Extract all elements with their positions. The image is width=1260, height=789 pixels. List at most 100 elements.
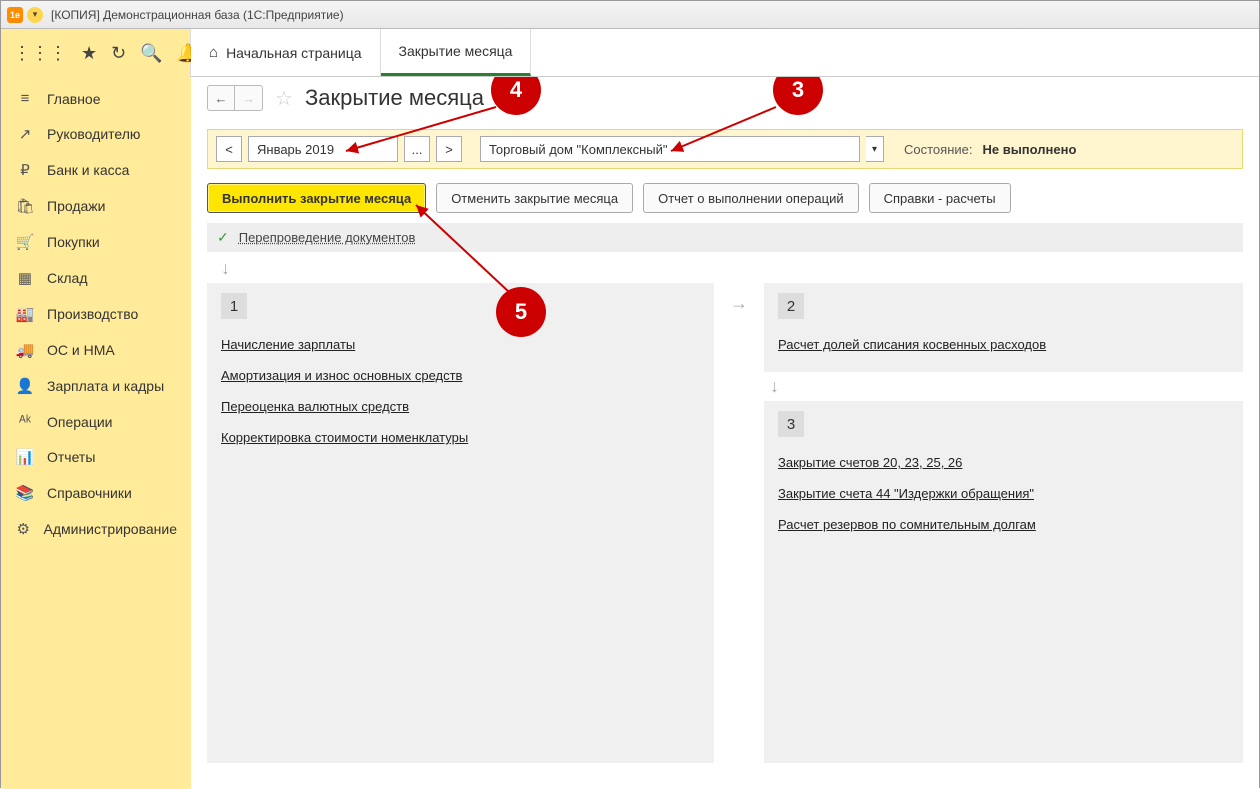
top-row: ⋮⋮⋮ ★ ↻ 🔍 🔔 ⌂ Начальная страница Закрыти… (1, 29, 1259, 77)
op-row: Начисление зарплаты (221, 331, 700, 358)
sidebar-item-warehouse[interactable]: ▦ Склад (1, 260, 191, 296)
nav-back-button[interactable]: ← (207, 85, 235, 111)
op-close-account-44-link[interactable]: Закрытие счета 44 "Издержки обращения" (778, 486, 1034, 501)
op-indirect-costs-link[interactable]: Расчет долей списания косвенных расходов (778, 337, 1046, 352)
sidebar-item-label: Администрирование (44, 521, 178, 537)
op-close-accounts-20-link[interactable]: Закрытие счетов 20, 23, 25, 26 (778, 455, 962, 470)
sidebar-item-label: ОС и НМА (47, 342, 115, 358)
sidebar-item-fixed-assets[interactable]: 🚚 ОС и НМА (1, 332, 191, 368)
filter-bar: < Январь 2019 ... > Торговый дом "Компле… (207, 129, 1243, 169)
organization-value: Торговый дом "Комплексный" (489, 142, 668, 157)
app-dropdown-icon[interactable]: ▾ (27, 7, 43, 23)
op-cost-adjustment-link[interactable]: Корректировка стоимости номенклатуры (221, 430, 468, 445)
tab-home-label: Начальная страница (226, 45, 361, 61)
section-2: 2 Расчет долей списания косвенных расход… (764, 283, 1243, 372)
op-row: Расчет резервов по сомнительным долгам (778, 511, 1229, 538)
tab-closing-month-label: Закрытие месяца (399, 43, 513, 59)
actions-row: Выполнить закрытие месяца Отменить закры… (207, 183, 1243, 213)
organization-input[interactable]: Торговый дом "Комплексный" (480, 136, 860, 162)
calc-references-button[interactable]: Справки - расчеты (869, 183, 1011, 213)
cancel-closing-button[interactable]: Отменить закрытие месяца (436, 183, 633, 213)
op-row: Закрытие счета 44 "Издержки обращения" (778, 480, 1229, 507)
right-column-wrapper: 2 Расчет долей списания косвенных расход… (764, 283, 1243, 763)
truck-icon: 🚚 (15, 341, 35, 359)
sidebar-item-admin[interactable]: ⚙ Администрирование (1, 511, 191, 547)
operations-report-button[interactable]: Отчет о выполнении операций (643, 183, 859, 213)
person-icon: 👤 (15, 377, 35, 395)
ruble-icon: ₽ (15, 161, 35, 179)
sidebar-item-purchases[interactable]: 🛒 Покупки (1, 224, 191, 260)
app-logo-icon: 1e (7, 7, 23, 23)
home-icon: ⌂ (209, 44, 218, 61)
page-header: ← → ☆ Закрытие месяца (207, 85, 1243, 111)
period-next-button[interactable]: > (436, 136, 462, 162)
flow-down-icon: ↓ (770, 376, 1243, 397)
sidebar-item-payroll[interactable]: 👤 Зарплата и кадры (1, 368, 191, 404)
nav-buttons: ← → (207, 85, 263, 111)
run-closing-button[interactable]: Выполнить закрытие месяца (207, 183, 426, 213)
op-row: Амортизация и износ основных средств (221, 362, 700, 389)
sidebar-item-label: Отчеты (47, 449, 95, 465)
sidebar-item-label: Операции (47, 414, 113, 430)
sidebar-item-production[interactable]: 🏭Производство (1, 296, 191, 332)
tab-home[interactable]: ⌂ Начальная страница (191, 29, 381, 76)
sidebar-item-manager[interactable]: ↗ Руководителю (1, 116, 191, 152)
nav-forward-button[interactable]: → (235, 85, 263, 111)
sidebar-item-sales[interactable]: 🛍Продажи (1, 188, 191, 224)
op-payroll-link[interactable]: Начисление зарплаты (221, 337, 355, 352)
search-icon[interactable]: 🔍 (140, 43, 162, 64)
flow-down-icon: ↓ (221, 258, 1243, 279)
status-label: Состояние: (904, 142, 972, 157)
cart-icon: 🛒 (15, 233, 35, 251)
sidebar-item-label: Руководителю (47, 126, 140, 142)
quick-access-toolbar: ⋮⋮⋮ ★ ↻ 🔍 🔔 (1, 29, 191, 77)
sidebar-item-main[interactable]: ≡ Главное (1, 81, 191, 116)
boxes-icon: ▦ (15, 269, 35, 287)
op-doubtful-debt-reserves-link[interactable]: Расчет резервов по сомнительным долгам (778, 517, 1036, 532)
op-depreciation-link[interactable]: Амортизация и износ основных средств (221, 368, 462, 383)
page-title: Закрытие месяца (305, 85, 484, 111)
period-input[interactable]: Январь 2019 (248, 136, 398, 162)
section-2-number: 2 (778, 293, 804, 319)
op-row: Закрытие счетов 20, 23, 25, 26 (778, 449, 1229, 476)
sidebar-item-reports[interactable]: 📊Отчеты (1, 439, 191, 475)
favorite-star-icon[interactable]: ☆ (275, 86, 293, 111)
sidebar-item-label: Производство (47, 306, 138, 322)
section-1-number: 1 (221, 293, 247, 319)
sidebar-item-bank[interactable]: ₽Банк и касса (1, 152, 191, 188)
period-value: Январь 2019 (257, 142, 334, 157)
chart-icon: ↗ (15, 125, 35, 143)
op-row: Переоценка валютных средств (221, 393, 700, 420)
history-icon[interactable]: ↻ (111, 43, 126, 64)
favorite-icon[interactable]: ★ (81, 43, 97, 64)
sidebar-item-label: Покупки (47, 234, 100, 250)
period-picker-button[interactable]: ... (404, 136, 430, 162)
books-icon: 📚 (15, 484, 35, 502)
section-1: 1 Начисление зарплаты Амортизация и изно… (207, 283, 714, 763)
menu-icon: ≡ (15, 90, 35, 107)
window-title: [КОПИЯ] Демонстрационная база (1С:Предпр… (51, 8, 344, 22)
sidebar-item-label: Зарплата и кадры (47, 378, 164, 394)
main-content: ← → ☆ Закрытие месяца < Январь 2019 ... … (191, 77, 1259, 789)
tab-closing-month[interactable]: Закрытие месяца (381, 29, 532, 76)
organization-dropdown-button[interactable]: ▾ (866, 136, 884, 162)
period-prev-button[interactable]: < (216, 136, 242, 162)
tabs-bar: ⌂ Начальная страница Закрытие месяца (191, 29, 1259, 77)
sidebar-item-references[interactable]: 📚Справочники (1, 475, 191, 511)
gear-icon: ⚙ (15, 520, 32, 538)
op-row: Корректировка стоимости номенклатуры (221, 424, 700, 451)
layout: ≡Главное ↗Руководителю ₽Банк и касса 🛍Пр… (1, 77, 1259, 789)
sidebar-item-label: Главное (47, 91, 101, 107)
apps-icon[interactable]: ⋮⋮⋮ (13, 43, 67, 64)
sidebar-item-operations[interactable]: ᴬᵏ Операции (1, 404, 191, 439)
op-currency-revaluation-link[interactable]: Переоценка валютных средств (221, 399, 409, 414)
flow-right-icon: → (730, 283, 748, 763)
operations-icon: ᴬᵏ (15, 413, 35, 430)
check-icon: ✓ (217, 229, 229, 246)
sections-columns: 1 Начисление зарплаты Амортизация и изно… (207, 283, 1243, 763)
reposting-documents-link[interactable]: Перепроведение документов (239, 230, 416, 245)
sidebar-item-label: Склад (47, 270, 88, 286)
op-row: Расчет долей списания косвенных расходов (778, 331, 1229, 358)
bag-icon: 🛍 (15, 197, 35, 215)
section-3: 3 Закрытие счетов 20, 23, 25, 26 Закрыти… (764, 401, 1243, 763)
